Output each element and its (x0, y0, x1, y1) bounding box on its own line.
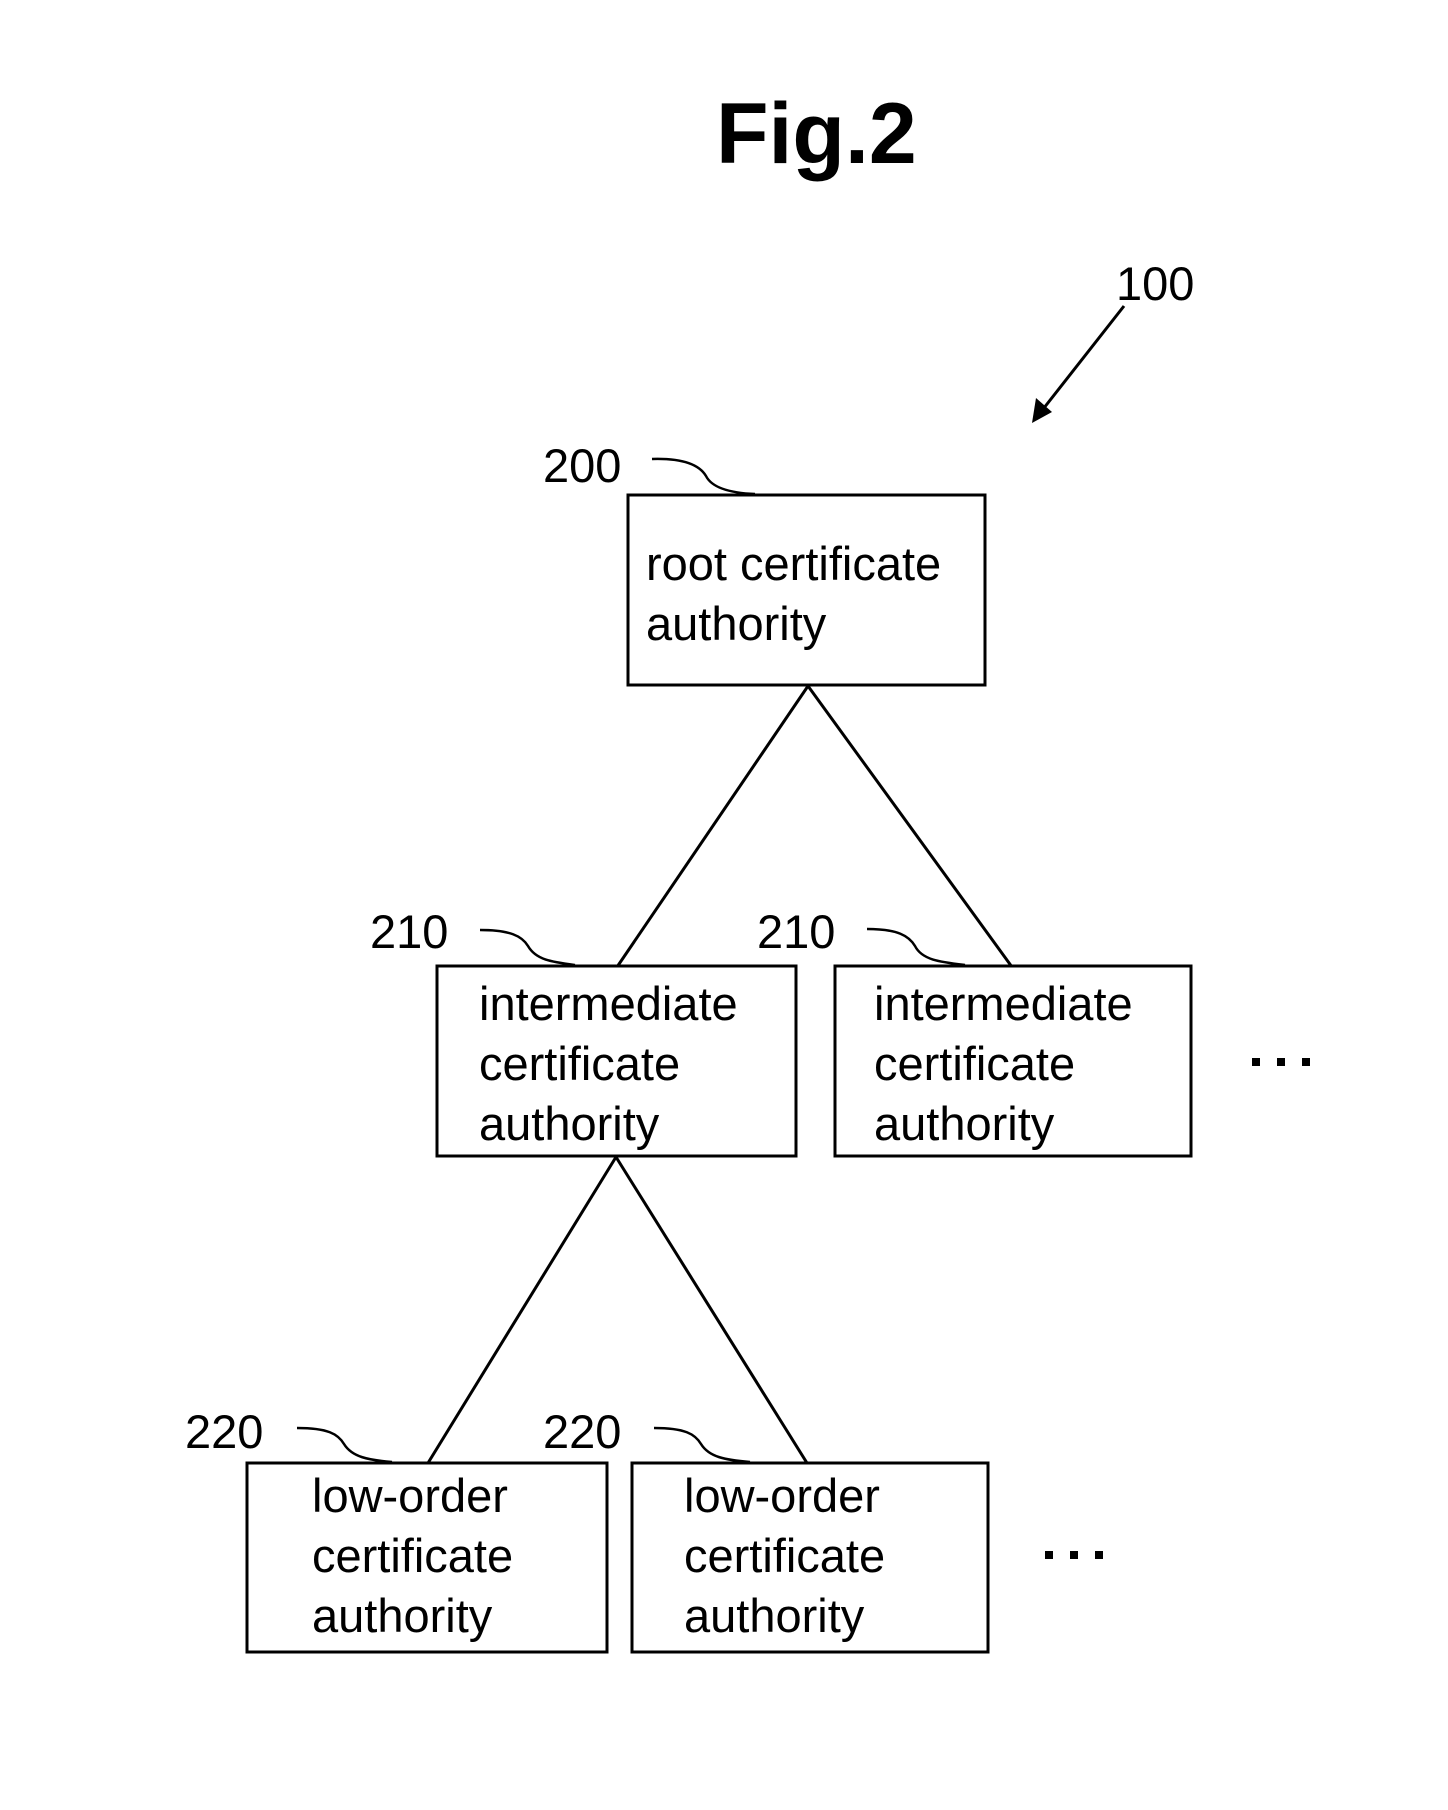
intermediate-ca-2-reference: 210 (757, 905, 835, 958)
root-ca-box (626, 493, 987, 687)
low-order-ca-1-label-line-2: certificate (312, 1529, 513, 1582)
root-ca-leader-line (651, 457, 756, 496)
edge-intermediate-1-to-low-order-2 (614, 1156, 809, 1464)
low-order-ca-1-reference: 220 (185, 1405, 263, 1458)
intermediate-ca-1-leader-line (479, 928, 576, 967)
root-ca-label-line-1: root certificate (646, 537, 941, 590)
intermediate-ca-node-1[interactable]: 210 intermediate certificate authority (370, 905, 798, 1158)
intermediate-ca-2-label-line-2: certificate (874, 1037, 1075, 1090)
certificate-hierarchy-diagram: Fig.2 100 200 root certificate authority… (185, 86, 1310, 1654)
intermediate-ca-1-label-line-2: certificate (479, 1037, 680, 1090)
low-order-ca-2-reference: 220 (543, 1405, 621, 1458)
more-low-order-ca-ellipsis (1045, 1551, 1103, 1559)
low-order-ca-2-leader-line (653, 1426, 751, 1464)
intermediate-ca-2-label-line-3: authority (874, 1097, 1055, 1150)
root-ca-reference: 200 (543, 439, 621, 492)
intermediate-ca-node-2[interactable]: 210 intermediate certificate authority (757, 905, 1193, 1158)
low-order-ca-2-label-line-2: certificate (684, 1529, 885, 1582)
more-intermediate-ca-ellipsis (1252, 1058, 1310, 1066)
root-ca-label-line-2: authority (646, 597, 827, 650)
figure-title: Fig.2 (716, 86, 917, 182)
intermediate-ca-2-label-line-1: intermediate (874, 977, 1133, 1030)
root-ca-node[interactable]: 200 root certificate authority (543, 439, 987, 687)
system-reference-arrow-icon (1032, 305, 1126, 423)
intermediate-ca-2-leader-line (866, 927, 966, 967)
low-order-ca-1-label-line-3: authority (312, 1589, 493, 1642)
intermediate-ca-1-label-line-1: intermediate (479, 977, 738, 1030)
low-order-ca-2-label-line-3: authority (684, 1589, 865, 1642)
intermediate-ca-1-label-line-3: authority (479, 1097, 660, 1150)
low-order-ca-1-leader-line (296, 1426, 393, 1464)
edge-root-to-intermediate-2 (806, 685, 1014, 968)
intermediate-ca-1-reference: 210 (370, 905, 448, 958)
low-order-ca-2-label-line-1: low-order (684, 1469, 880, 1522)
low-order-ca-1-label-line-1: low-order (312, 1469, 508, 1522)
low-order-ca-node-2[interactable]: 220 low-order certificate authority (543, 1405, 990, 1654)
system-reference-label: 100 (1116, 257, 1194, 310)
